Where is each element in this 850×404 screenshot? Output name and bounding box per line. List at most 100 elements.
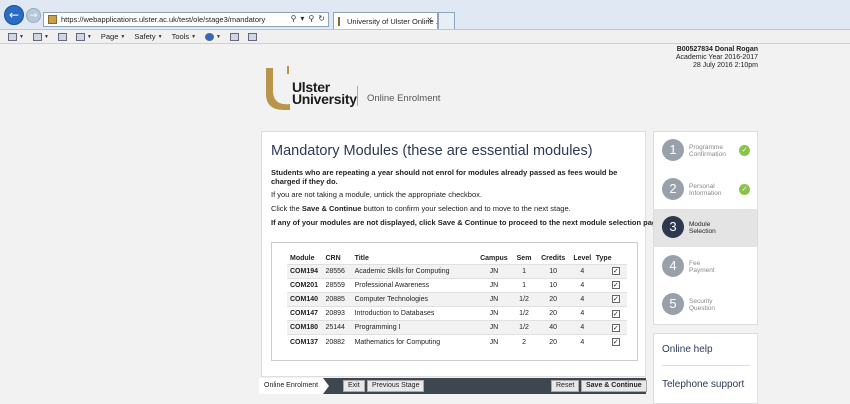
step-label-line2: Selection xyxy=(689,228,716,236)
table-header-row: Module CRN Title Campus Sem Credits Leve… xyxy=(287,253,627,264)
mail-icon[interactable] xyxy=(57,32,67,41)
user-name: B00527834 Donal Rogan xyxy=(676,46,758,53)
online-help-link[interactable]: Online help xyxy=(662,344,713,355)
header-credits: Credits xyxy=(541,254,566,262)
module-checkbox[interactable]: ✓ xyxy=(611,309,620,318)
title-cell: Introduction to Databases xyxy=(354,306,478,321)
modules-table-body: COM194 28556 Academic Skills for Computing… xyxy=(287,263,627,350)
lock-icon[interactable]: ⚲ xyxy=(308,14,314,23)
url-text: https://webapplications.ulster.ac.uk/tes… xyxy=(61,15,266,24)
user-info: B00527834 Donal Rogan Academic Year 2016… xyxy=(676,46,758,70)
tools-menu[interactable]: Tools ▼ xyxy=(172,32,196,41)
feeds-icon[interactable]: ▼ xyxy=(32,32,49,41)
crn-cell: 20882 xyxy=(325,334,355,350)
type-cell: ✓ xyxy=(595,320,627,335)
step-label-line1: Personal xyxy=(689,182,715,190)
step-item: 5 Security Question xyxy=(654,286,757,324)
table-row: COM194 28556 Academic Skills for Computing… xyxy=(287,263,627,279)
credits-cell: 10 xyxy=(537,277,569,293)
module-checkbox[interactable]: ✓ xyxy=(611,267,620,276)
safety-menu[interactable]: Safety ▼ xyxy=(134,32,162,41)
back-arrow-icon[interactable]: ← xyxy=(4,5,24,25)
table-row: COM201 28559 Professional Awareness JN 1 10 4 ✓ xyxy=(287,277,627,293)
title-cell: Programming I xyxy=(354,320,478,335)
type-cell: ✓ xyxy=(595,334,627,350)
safety-menu-label: Safety xyxy=(134,32,156,41)
exit-button[interactable]: Exit xyxy=(343,380,365,392)
campus-cell: JN xyxy=(477,306,511,321)
search-icon[interactable]: ⚲ xyxy=(291,14,297,23)
level-cell: 4 xyxy=(568,334,596,350)
check-icon: ✓ xyxy=(739,183,750,195)
type-cell: ✓ xyxy=(595,263,627,279)
new-tab-button[interactable] xyxy=(438,12,455,29)
sem-cell: 1/2 xyxy=(510,306,538,321)
page-menu-label: Page xyxy=(100,32,119,41)
modules-table-box: Module CRN Title Campus Sem Credits Leve… xyxy=(271,242,638,361)
logo-subtitle: Online Enrolment xyxy=(367,93,441,104)
title-cell: Academic Skills for Computing xyxy=(354,263,478,279)
step-number: 1 xyxy=(662,139,684,161)
forward-arrow-icon[interactable]: → xyxy=(26,8,41,23)
step-label-line1: Fee xyxy=(689,259,701,267)
print-icon[interactable]: ▼ xyxy=(75,32,92,41)
table-row: COM147 20893 Introduction to Databases JN 1/… xyxy=(287,306,627,321)
address-bar[interactable]: https://webapplications.ulster.ac.uk/tes… xyxy=(43,12,329,27)
step-label: Module Selection xyxy=(689,221,734,235)
research-icon[interactable] xyxy=(229,32,239,41)
page-menu[interactable]: Page ▼ xyxy=(101,32,125,41)
help-icon[interactable]: ▼ xyxy=(205,32,221,41)
page-title: Mandatory Modules (these are essential m… xyxy=(271,143,593,159)
header-campus: Campus xyxy=(480,254,508,262)
missing-modules-note: If any of your modules are not displayed… xyxy=(271,218,663,227)
credits-cell: 20 xyxy=(537,334,569,350)
close-tab-icon[interactable]: × xyxy=(426,15,433,24)
logo-line2: University xyxy=(292,91,357,107)
dropdown-icon[interactable]: ▾ xyxy=(300,14,304,23)
module-checkbox[interactable]: ✓ xyxy=(611,323,620,332)
refresh-icon[interactable]: ↻ xyxy=(318,14,325,23)
title-cell: Computer Technologies xyxy=(354,291,478,307)
bottom-action-bar: Online Enrolment Exit Previous Stage Res… xyxy=(259,378,647,394)
date-time: 28 July 2016 2:10pm xyxy=(693,62,758,69)
academic-year: Academic Year 2016-2017 xyxy=(675,54,758,61)
previous-stage-button[interactable]: Previous Stage xyxy=(367,380,425,392)
sem-cell: 1 xyxy=(510,277,538,293)
help-divider xyxy=(662,365,750,366)
sem-cell: 1/2 xyxy=(510,291,538,307)
title-cell: Professional Awareness xyxy=(354,277,478,293)
step-label-line2: Question xyxy=(689,305,716,313)
module-cell: COM180 xyxy=(287,320,326,335)
logo-divider xyxy=(357,86,358,106)
module-checkbox[interactable]: ✓ xyxy=(611,338,620,347)
step-label-line1: Programme xyxy=(689,144,723,151)
module-cell: COM147 xyxy=(287,306,326,321)
home-icon[interactable]: ▼ xyxy=(8,32,24,41)
credits-cell: 20 xyxy=(537,291,569,307)
level-cell: 4 xyxy=(568,291,596,307)
sem-cell: 1/2 xyxy=(510,320,538,335)
reset-button[interactable]: Reset xyxy=(551,380,580,392)
enrolment-steps: 1 Programme Confirmation ✓ 2 Personal Informat… xyxy=(653,131,758,325)
translate-icon[interactable] xyxy=(247,32,257,41)
module-cell: COM194 xyxy=(287,263,326,279)
check-icon: ✓ xyxy=(739,145,750,156)
browser-tab[interactable]: University of Ulster Online ... × xyxy=(333,12,442,29)
campus-cell: JN xyxy=(477,334,511,350)
logo-mark-icon xyxy=(266,66,290,110)
address-bar-icons: ⚲ ▾ ⚲ ↻ xyxy=(291,14,325,23)
campus-cell: JN xyxy=(477,263,511,279)
module-checkbox[interactable]: ✓ xyxy=(611,281,620,290)
sem-cell: 1 xyxy=(510,263,538,279)
crn-cell: 20893 xyxy=(325,306,355,321)
header-crn: CRN xyxy=(325,254,341,262)
mandatory-modules-panel: Mandatory Modules (these are essential m… xyxy=(261,131,663,377)
save-continue-button[interactable]: Save & Continue xyxy=(581,380,647,392)
module-checkbox[interactable]: ✓ xyxy=(611,295,620,304)
module-cell: COM137 xyxy=(287,334,326,350)
page-content: B00527834 Donal Rogan Academic Year 2016… xyxy=(0,45,850,404)
telephone-support-heading: Telephone support xyxy=(662,379,745,390)
header-sem: Sem xyxy=(516,254,532,262)
campus-cell: JN xyxy=(477,291,511,307)
module-cell: COM140 xyxy=(287,291,326,307)
